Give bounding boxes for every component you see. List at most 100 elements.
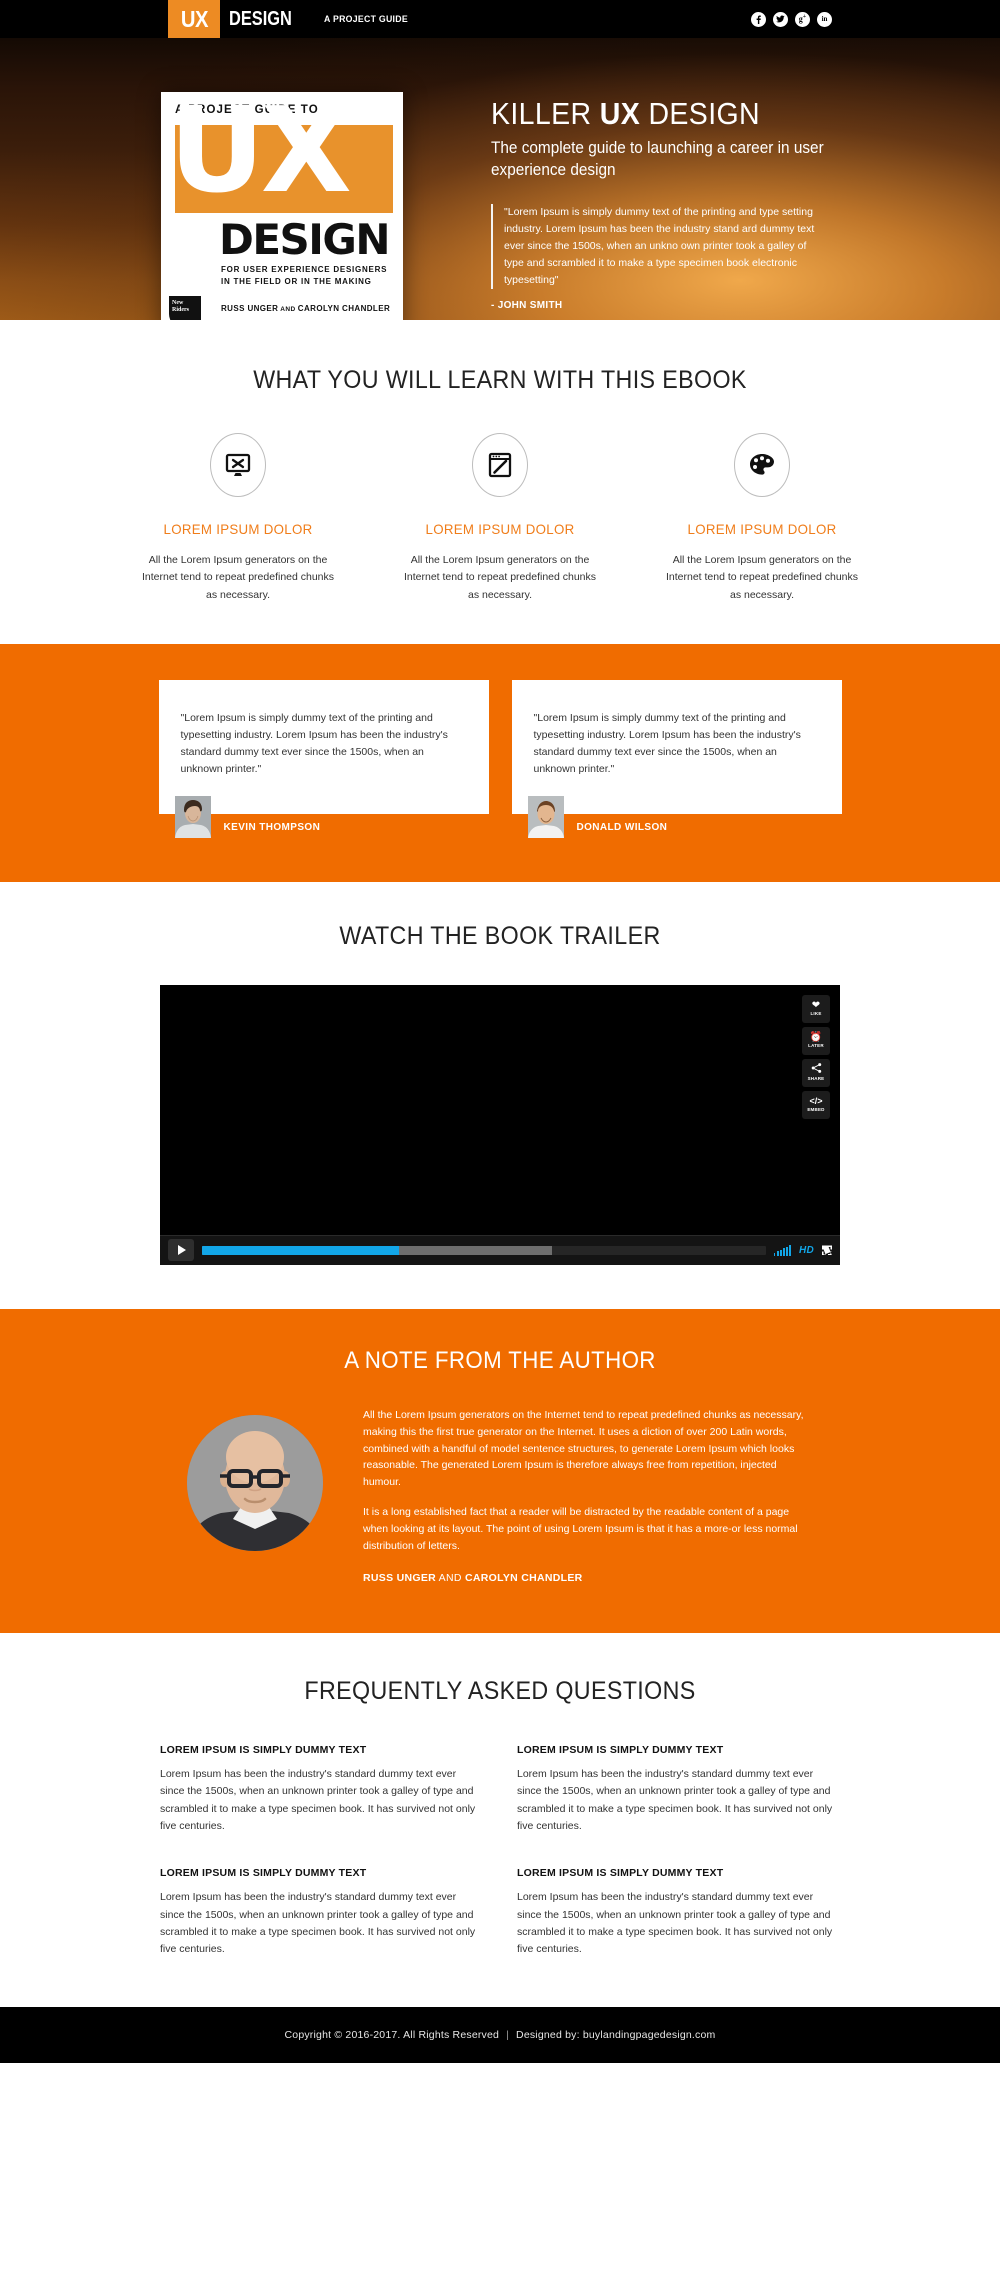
footer-copyright: Copyright © 2016-2017. All Rights Reserv… <box>284 2028 500 2041</box>
testimonial-quote: "Lorem Ipsum is simply dummy text of the… <box>533 711 801 775</box>
book-cover-authors: RUSS UNGER AND CAROLYN CHANDLER <box>221 304 390 313</box>
faq-grid: LOREM IPSUM IS SIMPLY DUMMY TEXT Lorem I… <box>160 1744 840 1959</box>
logo-badge: UX <box>168 0 220 38</box>
video-screen[interactable]: ❤ LIKE ⏰ LATER SHARE </> EMBED <box>160 984 840 1235</box>
hero-quote-author: - JOHN SMITH <box>491 299 563 311</box>
logo[interactable]: UX DESIGN A PROJECT GUIDE <box>168 0 415 38</box>
video-progress-bar <box>202 1245 400 1255</box>
play-button[interactable] <box>168 1239 194 1262</box>
video-side-actions: ❤ LIKE ⏰ LATER SHARE </> EMBED <box>802 994 830 1119</box>
book-publisher-logo: New Riders <box>169 296 201 320</box>
video-section: WATCH THE BOOK TRAILER ❤ LIKE ⏰ LATER SH… <box>0 881 1000 1309</box>
monitor-tools-icon <box>210 433 266 497</box>
book-cover-audience-line: FOR USER EXPERIENCE DESIGNERS IN THE FIEL… <box>221 265 388 286</box>
learn-section-title: WHAT YOU WILL LEARN WITH THIS EBOOK <box>253 366 747 394</box>
video-player[interactable]: ❤ LIKE ⏰ LATER SHARE </> EMBED HD <box>160 984 840 1265</box>
fullscreen-icon[interactable] <box>822 1245 832 1255</box>
learn-item: LOREM IPSUM DOLOR All the Lorem Ipsum ge… <box>402 433 598 604</box>
faq-question: LOREM IPSUM IS SIMPLY DUMMY TEXT <box>160 1744 367 1757</box>
share-label: SHARE <box>807 1076 825 1082</box>
author-note-paragraph-2: It is a long established fact that a rea… <box>363 1505 798 1552</box>
author-name-conj: AND <box>436 1572 465 1585</box>
logo-ux-text: UX <box>180 5 208 32</box>
faq-answer: Lorem Ipsum has been the industry's stan… <box>160 1768 476 1833</box>
testimonial-bubble: "Lorem Ipsum is simply dummy text of the… <box>511 679 842 814</box>
clock-icon: ⏰ <box>809 1032 823 1044</box>
facebook-icon[interactable] <box>751 11 766 27</box>
logo-design-text: DESIGN <box>229 8 292 30</box>
faq-item: LOREM IPSUM IS SIMPLY DUMMY TEXT Lorem I… <box>517 1867 840 1958</box>
learn-section: WHAT YOU WILL LEARN WITH THIS EBOOK LORE… <box>0 320 1000 644</box>
learn-item-title: LOREM IPSUM DOLOR <box>163 521 313 537</box>
avatar <box>174 795 211 838</box>
faq-answer: Lorem Ipsum has been the industry's stan… <box>517 1768 833 1833</box>
faq-section-title: FREQUENTLY ASKED QUESTIONS <box>304 1677 696 1706</box>
watch-later-button[interactable]: ⏰ LATER <box>802 1026 830 1055</box>
video-section-title: WATCH THE BOOK TRAILER <box>339 921 661 950</box>
embed-button[interactable]: </> EMBED <box>802 1090 830 1119</box>
embed-code-icon: </> <box>809 1096 823 1107</box>
faq-section: FREQUENTLY ASKED QUESTIONS LOREM IPSUM I… <box>0 1633 1000 2007</box>
hero-subtitle: The complete guide to launching a career… <box>491 139 824 179</box>
paint-palette-icon <box>734 433 790 497</box>
tablet-pen-icon <box>472 433 528 497</box>
author-names: RUSS UNGER AND CAROLYN CHANDLER <box>363 1570 813 1587</box>
googleplus-icon[interactable]: g+ <box>795 11 810 27</box>
footer-credit-link[interactable]: Designed by: buylandingpagedesign.com <box>516 2029 715 2041</box>
share-icon <box>811 1063 822 1076</box>
twitter-icon[interactable] <box>773 11 788 27</box>
testimonial-author-name: KEVIN THOMPSON <box>223 821 321 833</box>
embed-label: EMBED <box>807 1107 825 1113</box>
testimonials-section: "Lorem Ipsum is simply dummy text of the… <box>0 643 1000 882</box>
author-name-1: RUSS UNGER <box>363 1572 437 1585</box>
testimonial-card: "Lorem Ipsum is simply dummy text of the… <box>511 679 842 838</box>
testimonial-footer: DONALD WILSON <box>512 795 842 838</box>
learn-item-title: LOREM IPSUM DOLOR <box>687 521 837 537</box>
hd-toggle-button[interactable]: HD <box>799 1245 814 1256</box>
site-footer: Copyright © 2016-2017. All Rights Reserv… <box>0 2006 1000 2063</box>
book-author-conj: AND <box>278 306 298 313</box>
site-header: UX DESIGN A PROJECT GUIDE g+ in <box>0 0 1000 38</box>
book-cover-design-text: DESIGN <box>219 215 391 264</box>
book-author-2: CAROLYN CHANDLER <box>297 304 391 313</box>
learn-columns: LOREM IPSUM DOLOR All the Lorem Ipsum ge… <box>0 433 1000 604</box>
play-icon <box>178 1245 186 1256</box>
like-button[interactable]: ❤ LIKE <box>802 994 830 1023</box>
testimonial-quote: "Lorem Ipsum is simply dummy text of the… <box>180 711 448 775</box>
author-note-title: A NOTE FROM THE AUTHOR <box>344 1346 656 1374</box>
video-control-bar: HD <box>160 1234 840 1265</box>
learn-item-title: LOREM IPSUM DOLOR <box>425 521 575 537</box>
logo-tagline: A PROJECT GUIDE <box>323 13 408 25</box>
faq-question: LOREM IPSUM IS SIMPLY DUMMY TEXT <box>517 1867 724 1880</box>
learn-item-text: All the Lorem Ipsum generators on the In… <box>403 554 597 601</box>
testimonial-footer: KEVIN THOMPSON <box>159 795 489 838</box>
footer-separator: | <box>506 2028 510 2041</box>
hero-title: KILLER UX DESIGN <box>491 98 822 129</box>
faq-item: LOREM IPSUM IS SIMPLY DUMMY TEXT Lorem I… <box>517 1744 840 1835</box>
hero-quote: "Lorem Ipsum is simply dummy text of the… <box>491 203 827 289</box>
faq-question: LOREM IPSUM IS SIMPLY DUMMY TEXT <box>517 1744 724 1757</box>
testimonials-row: "Lorem Ipsum is simply dummy text of the… <box>0 679 1000 838</box>
author-name-2: CAROLYN CHANDLER <box>464 1572 583 1585</box>
share-button[interactable]: SHARE <box>802 1058 830 1087</box>
hero-section: A PROJECT GUIDE TO UX DESIGN FOR USER EX… <box>0 38 1000 320</box>
hero-content: KILLER UX DESIGN The complete guide to l… <box>491 98 851 320</box>
hero-title-plain: KILLER <box>491 96 600 131</box>
author-note-body: All the Lorem Ipsum generators on the In… <box>0 1407 1000 1587</box>
landing-page: UX DESIGN A PROJECT GUIDE g+ in A PROJEC… <box>0 0 1000 2063</box>
author-photo <box>187 1414 323 1551</box>
author-note-section: A NOTE FROM THE AUTHOR All the Lorem Ips… <box>0 1308 1000 1634</box>
avatar <box>527 795 564 838</box>
linkedin-icon[interactable]: in <box>817 11 832 27</box>
faq-question: LOREM IPSUM IS SIMPLY DUMMY TEXT <box>160 1867 367 1880</box>
book-cover-ux-text: UX <box>169 92 352 219</box>
social-links: g+ in <box>751 0 832 38</box>
volume-control[interactable] <box>773 1245 791 1256</box>
faq-item: LOREM IPSUM IS SIMPLY DUMMY TEXT Lorem I… <box>160 1867 483 1958</box>
heart-icon: ❤ <box>811 1000 821 1012</box>
author-note-text: All the Lorem Ipsum generators on the In… <box>363 1407 813 1587</box>
testimonial-bubble: "Lorem Ipsum is simply dummy text of the… <box>158 679 489 814</box>
book-cover-image: A PROJECT GUIDE TO UX DESIGN FOR USER EX… <box>161 92 403 320</box>
later-label: LATER <box>808 1043 824 1049</box>
video-progress-track[interactable] <box>202 1245 766 1255</box>
